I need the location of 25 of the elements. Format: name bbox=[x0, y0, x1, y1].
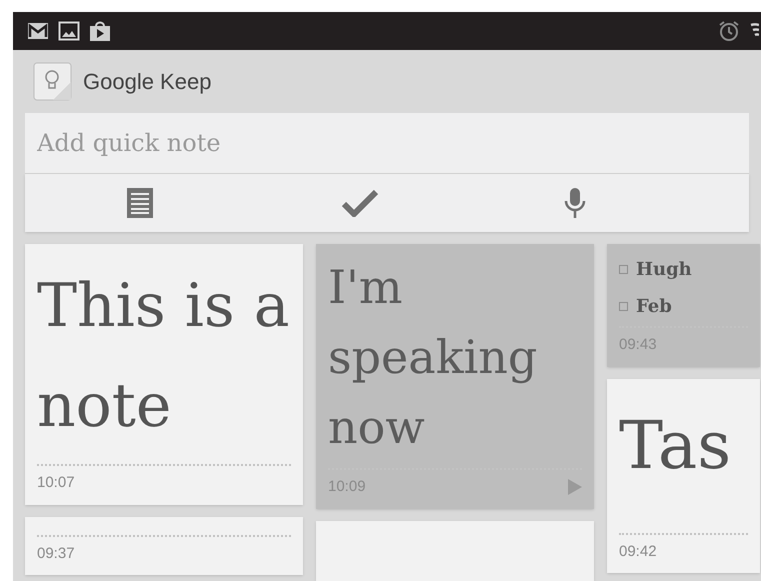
note-text: I'm speaking now bbox=[328, 259, 538, 456]
microphone-icon bbox=[564, 187, 586, 219]
shopping-bag-icon bbox=[89, 20, 111, 42]
note-text: This is a note bbox=[37, 270, 291, 443]
note-time: 09:37 bbox=[37, 544, 75, 564]
checkbox[interactable] bbox=[619, 265, 628, 274]
note-time: 10:07 bbox=[37, 473, 75, 493]
note-time: 09:42 bbox=[619, 542, 657, 562]
lines-icon bbox=[127, 188, 153, 218]
checklist-item: Feb bbox=[636, 295, 672, 319]
note-card[interactable] bbox=[316, 520, 594, 580]
check-icon bbox=[341, 189, 379, 217]
play-icon[interactable] bbox=[568, 479, 582, 496]
checklist-item: Hugh bbox=[636, 258, 692, 282]
note-card[interactable]: This is a note 10:07 bbox=[25, 244, 303, 504]
lightbulb-icon[interactable] bbox=[33, 62, 73, 102]
checkbox[interactable] bbox=[619, 302, 628, 311]
quick-note-field[interactable]: Add quick note bbox=[25, 113, 749, 174]
note-card[interactable]: 09:37 bbox=[25, 516, 303, 575]
mail-icon bbox=[27, 22, 49, 40]
app-title: Google Keep bbox=[83, 68, 212, 96]
note-text: Tas bbox=[619, 406, 732, 486]
alarm-clock-icon bbox=[718, 20, 740, 42]
note-card[interactable]: Tas 09:42 bbox=[607, 378, 760, 573]
image-icon bbox=[58, 21, 80, 41]
